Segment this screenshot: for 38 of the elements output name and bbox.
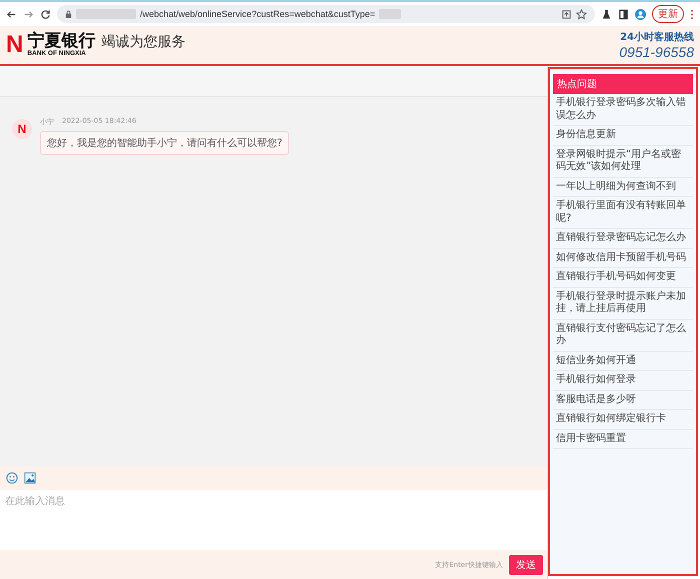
question-link[interactable]: 直销银行如何绑定银行卡 [553,410,693,430]
bank-name: 宁夏银行 [27,32,96,50]
hotline-label: 24小时客服热线 [620,30,694,44]
question-link[interactable]: 客服电话是多少呀 [553,390,693,410]
question-link[interactable]: 登录网银时提示“用户名或密码无效”该如何处理 [553,146,693,178]
back-icon[interactable] [6,8,17,20]
question-link[interactable]: 手机银行登录时提示账户未加挂，请上挂后再使用 [553,288,693,320]
question-link[interactable]: 一年以上明细为何查询不到 [553,178,693,197]
reload-icon[interactable] [40,8,51,20]
sidebar-icon[interactable] [618,8,629,20]
question-link[interactable]: 手机银行如何登录 [553,371,693,390]
slogan: 竭诚为您服务 [101,33,186,51]
image-icon[interactable] [24,472,36,484]
avatar-icon[interactable] [635,8,646,20]
question-link[interactable]: 直销银行手机号码如何变更 [553,268,693,288]
update-button[interactable]: 更新 [652,5,684,23]
question-link[interactable]: 手机银行登录密码多次输入错误怎么办 [553,94,693,126]
question-link[interactable]: 如何修改信用卡预留手机号码 [553,248,693,268]
emoji-icon[interactable] [6,472,18,484]
share-icon[interactable] [561,8,572,20]
forward-icon[interactable] [23,8,34,20]
bot-avatar: N [12,119,32,139]
send-button[interactable]: 发送 [509,554,543,574]
star-icon[interactable] [576,8,587,20]
flask-icon[interactable] [601,8,612,20]
question-link[interactable]: 身份信息更新 [553,126,693,146]
logo-mark: N [6,33,24,57]
question-link[interactable]: 信用卡密码重置 [553,430,693,449]
panel-title: 热点问题 [553,74,693,94]
menu-icon[interactable] [690,8,694,20]
message-bubble: 您好，我是您的智能助手小宁，请问有什么可以帮您? [40,131,290,155]
address-bar[interactable]: /webchat/web/onlineService?custRes=webchat&custType= [57,5,595,23]
hotline-number: 0951-96558 [619,44,694,60]
question-link[interactable]: 直销银行支付密码忘记了怎么办 [553,320,693,352]
question-link[interactable]: 直销银行登录密码忘记怎么办 [553,229,693,248]
question-link[interactable]: 短信业务如何开通 [553,352,693,371]
lock-icon[interactable] [65,10,72,18]
question-link[interactable]: 手机银行里面有没有转账回单呢? [553,197,693,229]
